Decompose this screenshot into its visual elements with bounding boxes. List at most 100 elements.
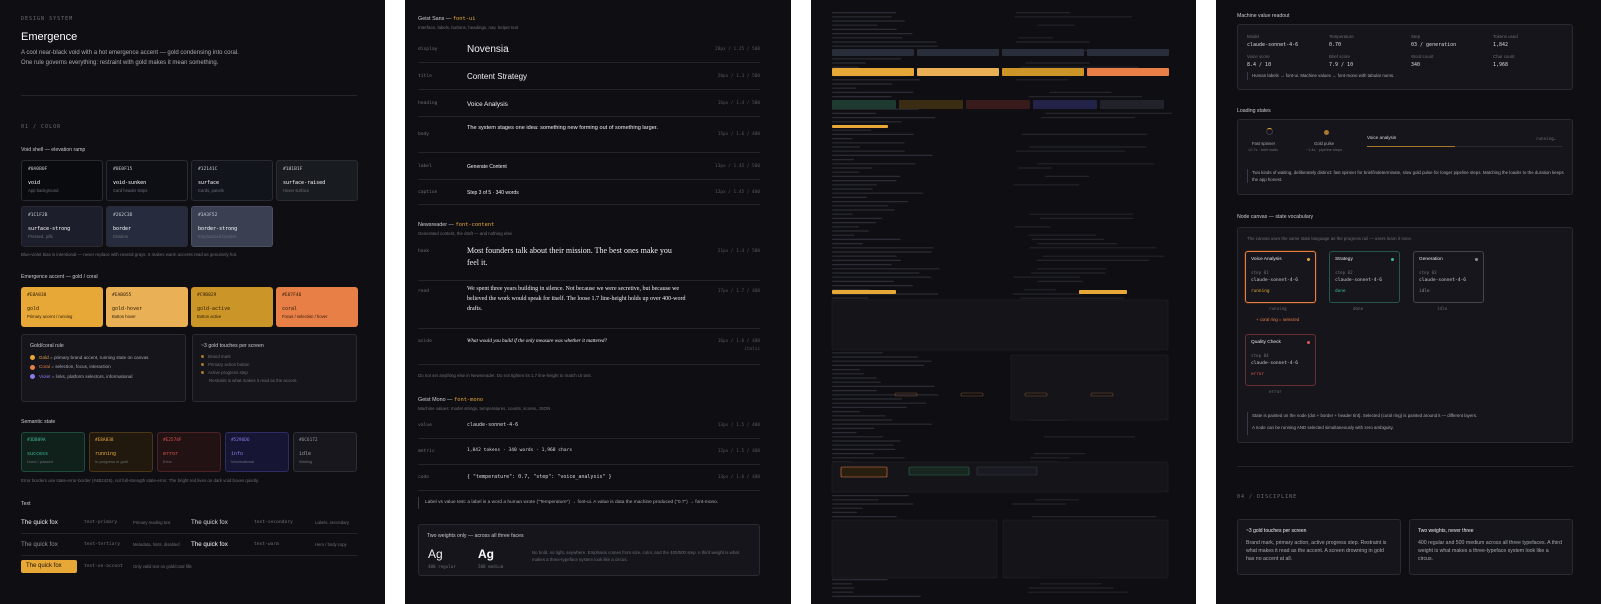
text-line	[832, 511, 858, 513]
type-spec: 13px / 1.45 / 500	[715, 164, 760, 169]
token-name: text-primary	[84, 520, 118, 525]
swatch-name: idle	[299, 451, 312, 457]
pipeline-node[interactable]: Voice Analysis step 01 claude-sonnet-4-6 ru…	[1245, 251, 1316, 303]
text-line	[832, 129, 872, 131]
type-row: display Novensia 28px / 1.25 / 500	[418, 37, 760, 63]
token-desc: Labels, secondary	[315, 520, 349, 525]
text-line	[1028, 587, 1114, 589]
swatch-name: success	[27, 451, 49, 457]
type-spec-style: italic	[744, 347, 760, 352]
touch-note: Restraint is what makes it read as the a…	[209, 378, 298, 383]
text-line	[832, 91, 914, 93]
touch-item: Primary action button	[201, 362, 348, 367]
loading-note: Two kinds of waiting, deliberately disti…	[1252, 170, 1564, 182]
text-line	[832, 163, 916, 165]
type-row: hook Most founders talk about their missi…	[418, 241, 760, 281]
text-line	[832, 188, 873, 190]
node-model: claude-sonnet-4-6	[1419, 278, 1467, 283]
token-name: text-warm	[254, 542, 279, 547]
geist-title: Geist Sans — font-ui	[418, 16, 476, 22]
type-label: body	[418, 132, 430, 137]
node-state: error	[1251, 372, 1265, 377]
color-swatch: #0A0B0F void App background	[21, 160, 103, 201]
weight-400-sample: Ag	[428, 547, 443, 561]
text-line	[1021, 133, 1148, 135]
readout-cell: Char count 1,968	[1493, 54, 1514, 68]
geist-sub: Interface, labels, buttons, headings, na…	[418, 25, 519, 30]
state-thumb	[1033, 100, 1097, 109]
pipeline-node[interactable]: Quality Check step 04 claude-sonnet-4-6 err…	[1245, 334, 1316, 386]
type-label: aside	[418, 339, 432, 344]
node-thumb	[976, 466, 1038, 476]
swatch-name: gold	[27, 306, 40, 312]
touch-label: Primary action button	[208, 362, 250, 367]
mono-sub: Machine values: model strings, temperatu…	[418, 406, 551, 411]
swatch-desc: In progress in gold	[95, 459, 128, 464]
text-title: Text	[21, 501, 31, 507]
text-line	[1028, 96, 1143, 98]
overview-thumbnail	[811, 0, 1196, 604]
type-label: code	[418, 475, 430, 480]
color-swatch: #1C1F2B surface-strong Pressed, pills	[21, 206, 103, 247]
type-row: body The system stages one idea: somethin…	[418, 117, 760, 153]
swatch-desc: Card header strips	[113, 188, 148, 193]
text-row: The quick fox text-tertiary Metadata, hint…	[21, 534, 357, 556]
text-line	[1031, 272, 1106, 274]
swatch-name: gold-hover	[112, 306, 143, 312]
typography-panel: Geist Sans — font-ui Interface, labels, …	[405, 0, 791, 604]
type-sample: Most founders talk about their mission. …	[467, 246, 672, 267]
accent-swatch: #EAB055 gold-hover Button hover	[106, 287, 188, 327]
pipeline-node[interactable]: Strategy step 02 claude-sonnet-4-6 done	[1329, 251, 1400, 303]
node-step: step 04	[1251, 353, 1269, 358]
text-line	[832, 587, 855, 589]
swatch-hex: #12141C	[198, 167, 218, 172]
swatch-hex: #262C3D	[113, 213, 133, 218]
swatch-name: border-strong	[198, 226, 238, 232]
swatch-desc: Emphasized borders	[198, 234, 237, 239]
rule-title: Gold/coral rule	[30, 343, 64, 349]
text-line	[1018, 37, 1054, 39]
text-line	[1028, 234, 1097, 236]
rule-item: Violet = links, platform selectors, info…	[30, 374, 177, 379]
swatch-name: surface	[198, 180, 220, 186]
text-line	[832, 402, 927, 404]
text-line	[832, 595, 921, 597]
node-thumb	[840, 466, 888, 478]
state-thumb	[832, 100, 896, 109]
gold-pulse-icon	[1324, 130, 1329, 135]
text-line	[832, 209, 896, 211]
node-state: done	[1335, 289, 1346, 294]
readout-label: Word count	[1411, 54, 1434, 59]
text-row: The quick fox text-primary Primary reading…	[21, 512, 357, 534]
text-line	[832, 381, 881, 383]
discipline-title: Two weights, never three	[1418, 528, 1474, 534]
pipeline-node[interactable]: Generation step 03 claude-sonnet-4-6 idle	[1413, 251, 1484, 303]
text-line	[832, 385, 935, 387]
swatch-name: void	[28, 180, 41, 186]
text-line	[832, 58, 902, 60]
rule-desc: = primary brand accent, running state on…	[48, 355, 149, 360]
type-label: read	[418, 289, 430, 294]
text-line	[832, 251, 932, 253]
text-line	[832, 503, 914, 505]
swatch-hex: #0A0B0F	[28, 167, 48, 172]
node-state: idle	[1419, 289, 1430, 294]
note-rule	[418, 497, 419, 509]
rule-desc: = selection, focus, interaction	[49, 364, 111, 370]
type-spec: 15px / 1.6 / 400	[717, 132, 760, 137]
text-line	[832, 33, 913, 35]
swatch-desc: Dividers	[113, 234, 129, 239]
text-line	[1014, 16, 1133, 18]
text-line	[832, 201, 909, 203]
type-spec: 13px / 1.6 / 400	[717, 475, 760, 480]
text-line	[832, 579, 888, 581]
rule-term: Gold	[39, 355, 49, 360]
loading-step: Voice analysis	[1367, 135, 1397, 140]
text-line	[1036, 259, 1150, 261]
text-line	[832, 423, 932, 425]
text-line	[832, 583, 853, 585]
text-line	[832, 264, 892, 266]
eyebrow: DESIGN SYSTEM	[21, 16, 74, 22]
swatch-name: error	[163, 451, 179, 457]
weight-500-sample: Ag	[478, 547, 494, 561]
